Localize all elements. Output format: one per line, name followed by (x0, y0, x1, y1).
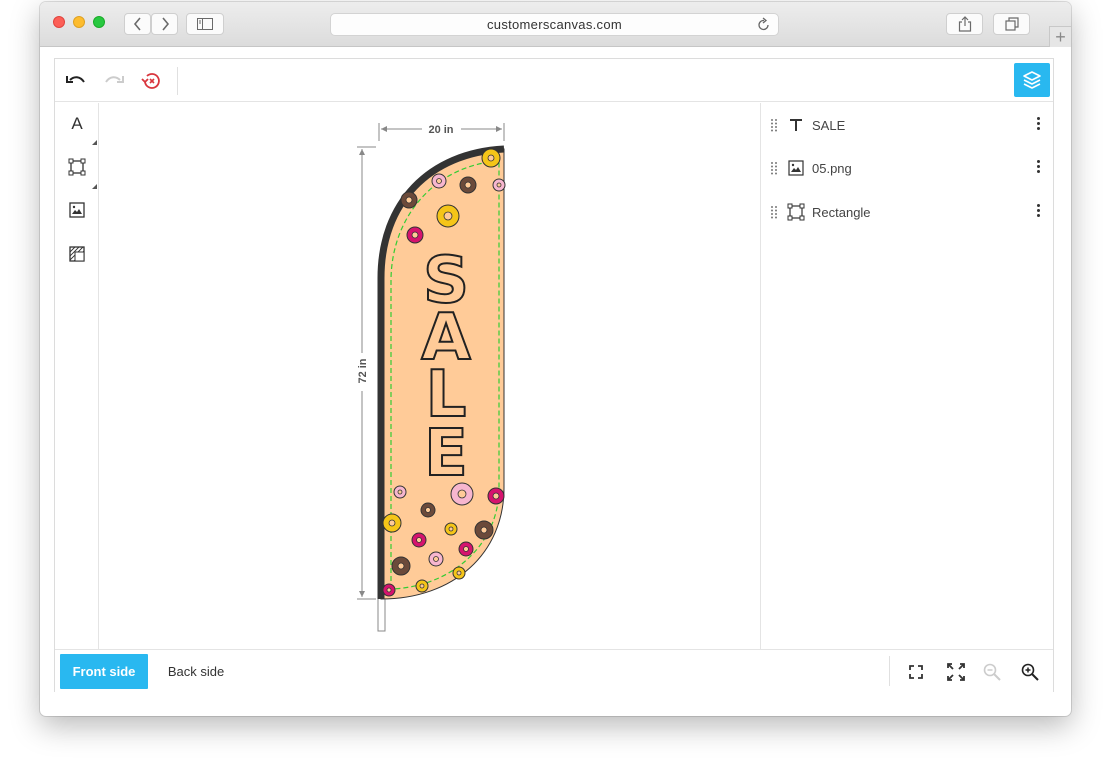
image-layer-icon (787, 159, 805, 177)
canvas-artwork: 20 in 72 in S A L E (357, 123, 506, 632)
design-canvas[interactable]: 20 in 72 in S A L E (99, 103, 760, 649)
new-tab-button[interactable]: + (1049, 26, 1071, 47)
browser-titlebar: customerscanvas.com + (40, 2, 1071, 47)
front-side-tab[interactable]: Front side (60, 654, 148, 689)
flag-pole-base (377, 596, 386, 632)
sale-text-layer: S A L E (420, 243, 472, 492)
image-tool-button[interactable] (65, 198, 89, 222)
forward-button[interactable] (151, 13, 178, 35)
layers-icon (1023, 71, 1041, 89)
fit-to-screen-button[interactable] (905, 661, 927, 683)
tabs-icon (1004, 17, 1019, 31)
toolbar-divider (177, 67, 178, 95)
minimize-window-button[interactable] (73, 16, 85, 28)
history-revert-icon (141, 73, 160, 89)
shape-tool-icon (68, 158, 86, 176)
undo-button[interactable] (65, 70, 87, 92)
layer-item-rectangle[interactable]: Rectangle (761, 197, 1053, 227)
layer-item-image[interactable]: 05.png (761, 153, 1053, 183)
reload-icon[interactable] (758, 17, 770, 34)
layer-name: SALE (812, 118, 846, 133)
revert-button[interactable] (140, 70, 162, 92)
chevron-right-icon (161, 17, 169, 31)
maximize-window-button[interactable] (93, 16, 105, 28)
share-button[interactable] (946, 13, 983, 35)
plus-icon: + (1055, 26, 1066, 47)
fullscreen-button[interactable] (945, 661, 967, 683)
layer-name: Rectangle (812, 205, 871, 220)
tools-sidebar: A (55, 103, 99, 649)
browser-window: customerscanvas.com + A 20 in 72 in S A … (40, 2, 1071, 716)
zoom-in-icon (1021, 663, 1039, 681)
zoom-in-button[interactable] (1019, 661, 1041, 683)
layers-panel: SALE 05.png Rectangle (760, 103, 1053, 649)
share-icon (958, 16, 971, 32)
sale-letter-4: E (424, 417, 468, 491)
text-tool-menu-indicator (92, 140, 97, 145)
tabs-overview-button[interactable] (993, 13, 1030, 35)
width-dimension-label: 20 in (428, 124, 453, 136)
sidebar-toggle-button[interactable] (186, 13, 224, 35)
text-layer-icon (787, 116, 805, 134)
zoom-out-button[interactable] (981, 661, 1003, 683)
redo-icon (105, 76, 124, 83)
undo-icon (66, 76, 85, 83)
background-tool-button[interactable] (65, 242, 89, 266)
chevron-left-icon (133, 17, 141, 31)
background-tool-icon (69, 246, 85, 262)
redo-button[interactable] (103, 70, 125, 92)
drag-handle-icon[interactable] (770, 205, 778, 219)
fullscreen-icon (947, 663, 965, 681)
top-toolbar (55, 59, 1053, 102)
more-options-icon[interactable] (1037, 117, 1041, 133)
rectangle-layer-icon (787, 203, 805, 221)
back-button[interactable] (124, 13, 151, 35)
more-options-icon[interactable] (1037, 160, 1041, 176)
drag-handle-icon[interactable] (770, 161, 778, 175)
layer-name: 05.png (812, 161, 852, 176)
layers-toggle-button[interactable] (1014, 63, 1050, 97)
zoom-out-icon (983, 663, 1001, 681)
sidebar-icon (197, 18, 213, 30)
shape-tool-menu-indicator (92, 184, 97, 189)
drag-handle-icon[interactable] (770, 118, 778, 132)
text-tool-icon: A (71, 114, 83, 133)
text-tool-button[interactable]: A (65, 112, 89, 136)
address-bar[interactable]: customerscanvas.com (330, 13, 779, 36)
layer-item-sale[interactable]: SALE (761, 110, 1053, 140)
back-side-tab[interactable]: Back side (160, 654, 232, 689)
shape-tool-button[interactable] (65, 155, 89, 179)
bottombar-divider (889, 656, 890, 686)
image-tool-icon (69, 202, 85, 218)
bottom-bar: Front side Back side (55, 649, 1053, 692)
editor-app: A 20 in 72 in S A L E SALE 05.png Rectan… (54, 58, 1054, 692)
close-window-button[interactable] (53, 16, 65, 28)
fit-to-screen-icon (909, 665, 923, 679)
height-dimension-label: 72 in (357, 358, 369, 383)
more-options-icon[interactable] (1037, 204, 1041, 220)
url-text: customerscanvas.com (486, 17, 623, 32)
